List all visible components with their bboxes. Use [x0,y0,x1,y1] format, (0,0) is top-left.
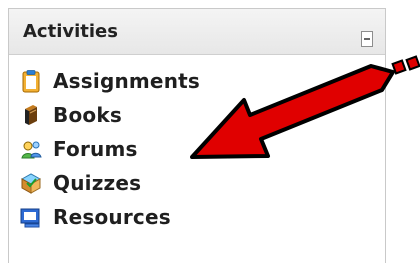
activities-item-label: Forums [53,137,138,161]
forums-icon [21,141,42,159]
book-icon [25,105,37,125]
activities-item-quizzes[interactable]: Quizzes [19,171,141,195]
activities-item-label: Quizzes [53,171,142,195]
activities-item-assignments[interactable]: Assignments [19,69,200,93]
quiz-icon [20,173,42,194]
activities-item-resources[interactable]: Resources [19,205,171,229]
resource-icon [20,208,40,228]
activities-block-header: Activities [9,9,385,55]
assignment-icon [22,70,40,93]
activities-block: Activities Assignments Books Forums Quiz… [8,8,386,263]
activities-item-books[interactable]: Books [19,103,122,127]
activities-item-label: Resources [53,205,171,229]
activities-item-label: Assignments [53,69,201,93]
activities-item-label: Books [53,103,122,127]
block-title: Activities [23,21,118,42]
activities-item-forums[interactable]: Forums [19,137,138,161]
screenshot-page: Activities Assignments Books Forums Quiz… [0,0,420,263]
collapse-button[interactable] [361,31,373,47]
